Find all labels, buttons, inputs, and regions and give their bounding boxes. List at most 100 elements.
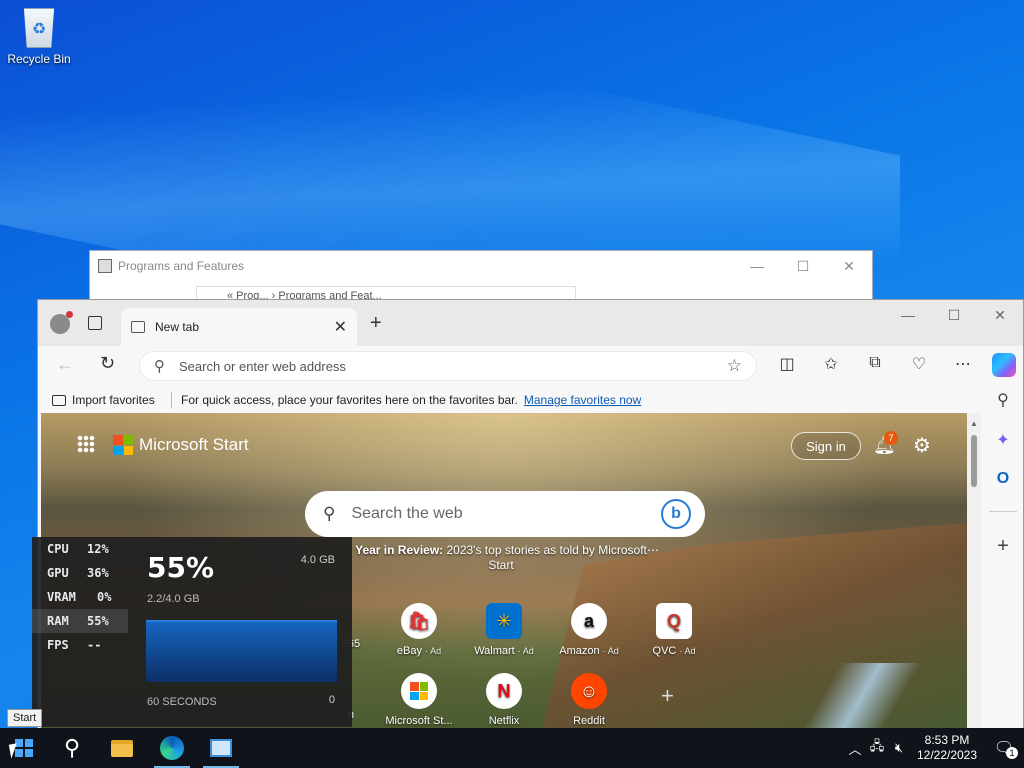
- bing-chat-icon[interactable]: b: [661, 499, 691, 529]
- maximize-button[interactable]: ☐: [931, 300, 977, 330]
- page-scrollbar[interactable]: ▲: [967, 413, 981, 728]
- quick-link-qvc[interactable]: Q QVC · Ad: [634, 603, 714, 657]
- favorites-icon[interactable]: ✩: [820, 354, 842, 374]
- scrollbar-thumb[interactable]: [971, 435, 977, 487]
- quick-link-microsoft-store[interactable]: Microsoft St...: [379, 673, 459, 727]
- collections-icon[interactable]: ⧉: [864, 354, 886, 374]
- address-bar[interactable]: ⚲ Search or enter web address ☆: [139, 351, 757, 381]
- minimize-button[interactable]: —: [734, 251, 780, 281]
- manage-favorites-link[interactable]: Manage favorites now: [524, 393, 641, 407]
- tile-label: Walmart: [474, 645, 515, 657]
- ad-badge: · Ad: [517, 646, 534, 656]
- perf-usage-graph: [146, 620, 337, 682]
- tab-new-tab[interactable]: New tab ✕: [121, 308, 357, 346]
- perf-row-cpu[interactable]: CPU 12%: [32, 537, 128, 561]
- taskbar-edge[interactable]: [148, 728, 196, 768]
- sign-in-button[interactable]: Sign in: [791, 432, 861, 460]
- taskbar-file-explorer[interactable]: [98, 728, 146, 768]
- close-tab-icon[interactable]: ✕: [334, 317, 347, 337]
- start-tooltip: Start: [7, 709, 43, 727]
- favorites-hint-text: For quick access, place your favorites h…: [181, 393, 518, 407]
- refresh-icon[interactable]: ↻: [100, 353, 115, 374]
- favorites-bar: Import favorites For quick access, place…: [38, 386, 1023, 414]
- address-placeholder: Search or enter web address: [179, 358, 346, 374]
- window-controls: — ☐ ✕: [734, 251, 872, 281]
- perf-big-value: 55%: [147, 551, 215, 584]
- scroll-up-arrow-icon[interactable]: ▲: [970, 419, 978, 428]
- minimize-button[interactable]: —: [885, 300, 931, 330]
- maximize-button[interactable]: ☐: [780, 251, 826, 281]
- perf-metric-list: CPU 12% GPU 36% VRAM 0% RAM 55% FPS --: [32, 537, 128, 657]
- start-button[interactable]: [0, 728, 48, 768]
- tile-label: Reddit: [573, 715, 605, 727]
- outlook-icon[interactable]: O: [993, 470, 1013, 488]
- perf-row-vram[interactable]: VRAM 0%: [32, 585, 128, 609]
- action-center-button[interactable]: 🗨︎ 1: [984, 738, 1024, 759]
- quick-link-reddit[interactable]: ☺ Reddit: [549, 673, 629, 727]
- settings-more-icon[interactable]: ⋯: [952, 354, 974, 374]
- perf-row-gpu[interactable]: GPU 36%: [32, 561, 128, 585]
- back-arrow-icon[interactable]: ←: [56, 354, 74, 375]
- desktop-icon-recycle-bin[interactable]: ♻ Recycle Bin: [6, 8, 72, 66]
- import-favorites-button[interactable]: Import favorites: [52, 393, 155, 407]
- perf-total: 4.0 GB: [300, 554, 335, 566]
- page-settings-gear-icon[interactable]: ⚙: [913, 433, 931, 458]
- copilot-icon[interactable]: [992, 353, 1016, 377]
- add-quick-link-icon[interactable]: +: [661, 683, 674, 709]
- taskbar: ⚲ ︿ 🖧︎ 🔇︎ 8:53 PM 12/22/2023 🗨︎ 1: [0, 728, 1024, 768]
- profile-avatar-icon[interactable]: [50, 311, 73, 334]
- web-search-placeholder: Search the web: [351, 505, 463, 522]
- clock[interactable]: 8:53 PM 12/22/2023: [910, 733, 984, 763]
- perf-zero-label: 0: [328, 694, 335, 706]
- ebay-icon: 🛍︎: [401, 603, 437, 639]
- show-hidden-icons-chevron-icon[interactable]: ︿: [844, 739, 866, 758]
- navigation-toolbar: ← ↻ ⚲ Search or enter web address ☆ ◫ ✩ …: [38, 346, 1023, 386]
- search-icon: ⚲: [154, 358, 165, 375]
- quick-link-ebay[interactable]: 🛍︎ eBay · Ad: [379, 603, 459, 657]
- web-search-box[interactable]: ⚲ Search the web b: [305, 491, 705, 537]
- amazon-icon: a: [571, 603, 607, 639]
- tile-label: Netflix: [488, 715, 520, 727]
- taskbar-programs-features[interactable]: [197, 728, 245, 768]
- import-icon: [52, 394, 66, 406]
- headline-link[interactable]: Year in Review: 2023's top stories as to…: [351, 543, 651, 573]
- ad-badge: · Ad: [425, 646, 442, 656]
- microsoft-start-brand[interactable]: Microsoft Start: [139, 435, 249, 455]
- quick-link-amazon[interactable]: a Amazon · Ad: [549, 603, 629, 657]
- network-icon[interactable]: 🖧︎: [866, 737, 888, 759]
- perf-row-fps[interactable]: FPS --: [32, 633, 128, 657]
- ad-badge: · Ad: [679, 646, 696, 656]
- split-screen-icon[interactable]: ◫: [776, 354, 798, 374]
- tab-strip: New tab ✕ + — ☐ ✕: [38, 300, 1023, 346]
- performance-overlay: CPU 12% GPU 36% VRAM 0% RAM 55% FPS -- 55% 4.…: [32, 537, 352, 727]
- browser-essentials-icon[interactable]: ♡: [908, 354, 930, 374]
- perf-seconds-label: 60 SECONDS: [147, 696, 217, 708]
- tab-title: New tab: [155, 320, 200, 334]
- background-river: [801, 663, 961, 728]
- add-favorite-star-icon[interactable]: ☆: [727, 356, 742, 376]
- add-sidebar-app-icon[interactable]: +: [993, 535, 1013, 558]
- tab-actions-icon[interactable]: [88, 316, 102, 330]
- search-icon[interactable]: ⚲: [993, 390, 1013, 410]
- new-tab-button[interactable]: +: [370, 312, 382, 335]
- clock-time: 8:53 PM: [924, 733, 970, 747]
- volume-muted-icon[interactable]: 🔇︎: [888, 740, 910, 756]
- divider: [989, 511, 1017, 512]
- headline-bold: Year in Review:: [355, 543, 444, 557]
- close-button[interactable]: ✕: [826, 251, 872, 281]
- app-launcher-icon[interactable]: [77, 435, 95, 453]
- copilot-sidebar-icon[interactable]: ✦: [993, 430, 1013, 450]
- qvc-icon: Q: [656, 603, 692, 639]
- quick-link-netflix[interactable]: N Netflix: [464, 673, 544, 727]
- headline-more-icon[interactable]: ⋯: [647, 543, 659, 557]
- clock-date: 12/22/2023: [916, 748, 978, 762]
- search-icon: ⚲: [63, 735, 81, 760]
- perf-row-ram[interactable]: RAM 55%: [32, 609, 128, 633]
- import-favorites-label: Import favorites: [72, 393, 155, 407]
- edge-sidebar: ⚲ ✦ O +: [981, 380, 1023, 728]
- close-button[interactable]: ✕: [977, 300, 1023, 330]
- new-tab-page-icon: [131, 321, 145, 333]
- quick-link-walmart[interactable]: ✳ Walmart · Ad: [464, 603, 544, 657]
- search-button[interactable]: ⚲: [48, 728, 96, 768]
- divider: [171, 392, 172, 408]
